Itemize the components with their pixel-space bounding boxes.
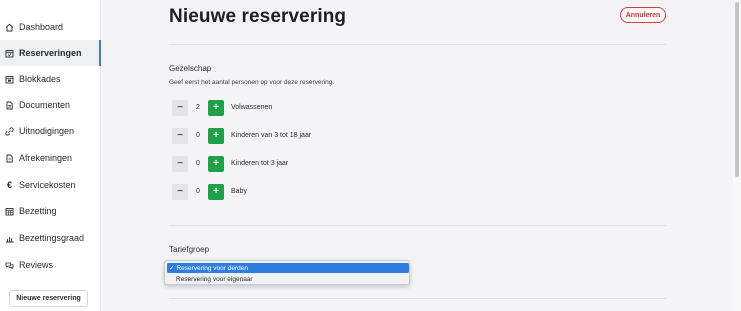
counter-value: 0 bbox=[196, 188, 200, 195]
calendar-grid-icon bbox=[5, 207, 14, 216]
sidebar-item-bezettingsgraad[interactable]: Bezettingsgraad bbox=[0, 225, 101, 251]
counter-volwassenen: − 2 + Volwassenen bbox=[172, 99, 272, 116]
sidebar-item-blokkades[interactable]: Blokkades bbox=[0, 66, 101, 92]
sidebar-item-servicekosten[interactable]: € Servicekosten bbox=[0, 172, 101, 198]
counter-value: 2 bbox=[196, 104, 200, 111]
sidebar-item-label: Reserveringen bbox=[19, 48, 82, 58]
sidebar-item-label: Afrekeningen bbox=[19, 153, 73, 163]
sidebar-item-label: Dashboard bbox=[19, 22, 64, 32]
main-content: Nieuwe reservering Annuleren Gezelschap … bbox=[101, 0, 733, 311]
cancel-button[interactable]: Annuleren bbox=[620, 7, 666, 23]
euro-icon: € bbox=[6, 180, 12, 190]
page-scrollbar[interactable] bbox=[733, 0, 741, 311]
receipt-icon bbox=[5, 154, 14, 163]
sidebar-item-dashboard[interactable]: Dashboard bbox=[0, 14, 101, 40]
decrement-button[interactable]: − bbox=[172, 127, 188, 144]
sidebar-item-documenten[interactable]: Documenten bbox=[0, 92, 101, 118]
increment-button[interactable]: + bbox=[208, 127, 224, 144]
home-icon bbox=[5, 23, 14, 32]
increment-button[interactable]: + bbox=[208, 183, 224, 200]
option-label: Reservering voor derden bbox=[176, 264, 248, 272]
sidebar: Dashboard Reserveringen Blokkades Docume… bbox=[0, 0, 101, 311]
calendar-block-icon bbox=[5, 75, 14, 84]
gezelschap-title: Gezelschap bbox=[169, 64, 212, 73]
counter-baby: − 0 + Baby bbox=[172, 183, 247, 200]
sidebar-item-uitnodigingen[interactable]: Uitnodigingen bbox=[0, 118, 101, 144]
increment-button[interactable]: + bbox=[208, 155, 224, 172]
sidebar-item-label: Uitnodigingen bbox=[19, 126, 75, 136]
divider bbox=[169, 298, 666, 299]
calendar-check-icon bbox=[5, 49, 14, 58]
new-reservation-button[interactable]: Nieuwe reservering bbox=[9, 290, 88, 307]
sidebar-item-label: Reviews bbox=[19, 260, 54, 270]
sidebar-item-label: Bezetting bbox=[19, 206, 57, 216]
counter-kinderen-3-18: − 0 + Kinderen van 3 tot 18 jaar bbox=[172, 127, 311, 144]
counter-label: Baby bbox=[231, 188, 247, 195]
dropdown-option-selected[interactable]: ✓ Reservering voor derden bbox=[167, 263, 409, 273]
tariefgroep-title: Tariefgroep bbox=[169, 245, 210, 254]
sidebar-item-reserveringen[interactable]: Reserveringen bbox=[0, 40, 101, 66]
counter-label: Volwassenen bbox=[231, 104, 273, 111]
divider bbox=[169, 225, 666, 226]
scrollbar-thumb[interactable] bbox=[735, 2, 739, 177]
gezelschap-description: Geef eerst het aantal personen op voor d… bbox=[169, 79, 335, 86]
decrement-button[interactable]: − bbox=[172, 183, 188, 200]
sidebar-item-label: Blokkades bbox=[19, 74, 61, 84]
checkmark-icon: ✓ bbox=[169, 265, 175, 272]
dropdown-option[interactable]: Reservering voor eigenaar bbox=[167, 274, 409, 284]
decrement-button[interactable]: − bbox=[172, 99, 188, 116]
sidebar-item-reviews[interactable]: Reviews bbox=[0, 252, 101, 278]
document-icon bbox=[5, 101, 14, 110]
counter-kinderen-tot-3: − 0 + Kinderen tot 3 jaar bbox=[172, 155, 288, 172]
sidebar-item-label: Documenten bbox=[19, 100, 71, 110]
decrement-button[interactable]: − bbox=[172, 155, 188, 172]
sidebar-item-label: Bezettingsgraad bbox=[19, 233, 85, 243]
divider bbox=[169, 44, 666, 45]
counter-value: 0 bbox=[196, 132, 200, 139]
counter-label: Kinderen van 3 tot 18 jaar bbox=[231, 132, 312, 139]
counter-label: Kinderen tot 3 jaar bbox=[231, 160, 289, 167]
option-label: Reservering voor eigenaar bbox=[176, 275, 253, 283]
sidebar-item-afrekeningen[interactable]: Afrekeningen bbox=[0, 145, 101, 171]
sidebar-item-label: Servicekosten bbox=[19, 180, 76, 190]
chat-icon bbox=[5, 261, 14, 270]
page-title: Nieuwe reservering bbox=[169, 6, 347, 27]
link-icon bbox=[5, 126, 14, 136]
bar-chart-icon bbox=[5, 234, 14, 243]
sidebar-item-bezetting[interactable]: Bezetting bbox=[0, 198, 101, 224]
increment-button[interactable]: + bbox=[208, 99, 224, 116]
counter-value: 0 bbox=[196, 160, 200, 167]
tariefgroep-dropdown[interactable]: ✓ Reservering voor derden Reservering vo… bbox=[164, 260, 410, 285]
